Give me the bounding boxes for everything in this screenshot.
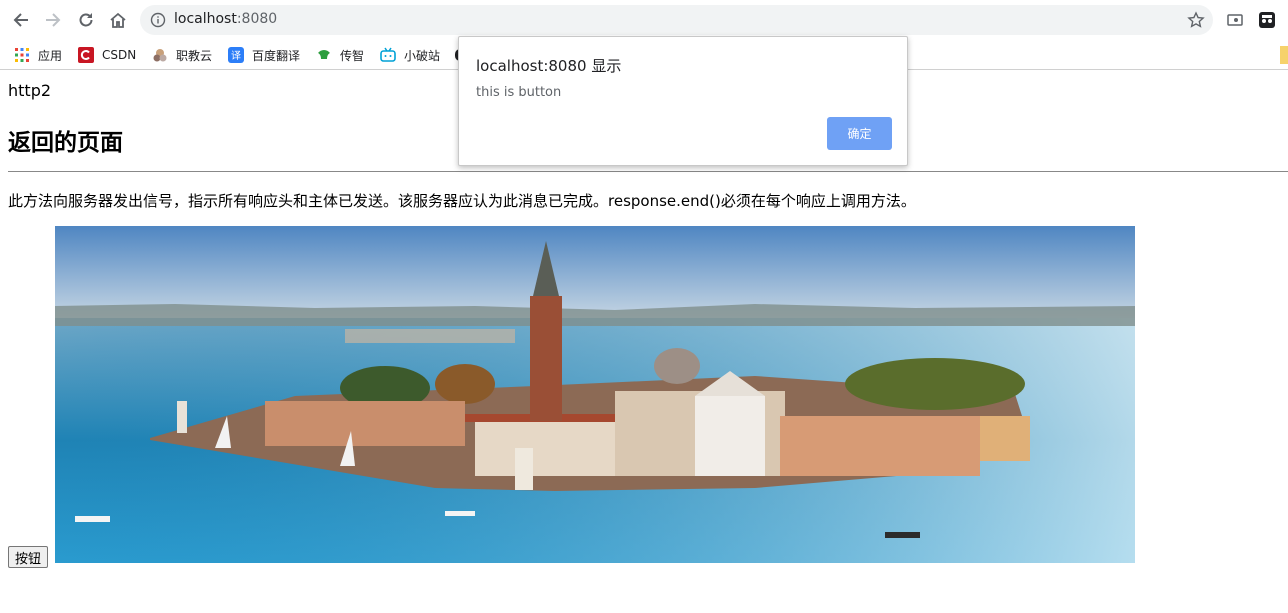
bookmark-apps[interactable]: 应用: [14, 44, 62, 66]
dialog-ok-button[interactable]: 确定: [827, 117, 892, 150]
bookmark-label: CSDN: [102, 48, 137, 62]
bookmark-label: 应用: [38, 48, 63, 63]
home-icon[interactable]: [106, 8, 130, 32]
browser-toolbar: localhost:8080: [0, 0, 1288, 40]
cast-icon[interactable]: [1226, 11, 1244, 29]
zhijiaoyun-icon: [152, 47, 168, 63]
alert-dialog: localhost:8080 显示 this is button 确定: [458, 36, 908, 166]
address-bar[interactable]: localhost:8080: [140, 5, 1213, 35]
csdn-icon: [78, 47, 94, 63]
divider: [8, 171, 1288, 172]
profile-icon[interactable]: [1258, 11, 1276, 29]
bookmark-csdn[interactable]: CSDN: [78, 44, 136, 66]
bookmark-star-icon[interactable]: [1187, 11, 1205, 29]
bookmark-baidu-translate[interactable]: 译 百度翻译: [228, 44, 300, 66]
page-description: 此方法向服务器发出信号，指示所有响应头和主体已发送。该服务器应认为此消息已完成。…: [8, 192, 916, 210]
dialog-title: localhost:8080 显示: [476, 57, 622, 75]
bookmark-label: 百度翻译: [252, 48, 301, 63]
bilibili-icon: [380, 47, 396, 63]
bookmark-bilibili[interactable]: 小破站: [380, 44, 440, 66]
bookmark-label: 小破站: [404, 48, 441, 63]
page-title: 返回的页面: [8, 130, 123, 156]
url-host: localhost: [174, 11, 237, 27]
bookmark-folder-icon[interactable]: [1280, 46, 1288, 64]
page-button[interactable]: 按钮: [8, 546, 49, 568]
page-label: http2: [8, 81, 52, 100]
chuanzhi-icon: [316, 47, 332, 63]
svg-text:译: 译: [231, 50, 241, 62]
url-port: :8080: [236, 11, 278, 27]
dialog-message: this is button: [476, 85, 562, 100]
url-text: localhost:8080: [174, 11, 277, 27]
info-icon[interactable]: [150, 12, 166, 28]
bookmark-label: 职教云: [176, 48, 213, 63]
forward-icon[interactable]: [41, 8, 65, 32]
apps-grid-icon: [14, 47, 30, 63]
reload-icon[interactable]: [74, 8, 98, 32]
back-icon[interactable]: [9, 8, 33, 32]
venice-photo: [55, 226, 1135, 563]
bookmark-chuanzhi[interactable]: 传智: [316, 44, 364, 66]
bookmark-label: 传智: [340, 48, 365, 63]
translate-icon: 译: [228, 47, 244, 63]
bookmark-zhijiaoyun[interactable]: 职教云: [152, 44, 212, 66]
